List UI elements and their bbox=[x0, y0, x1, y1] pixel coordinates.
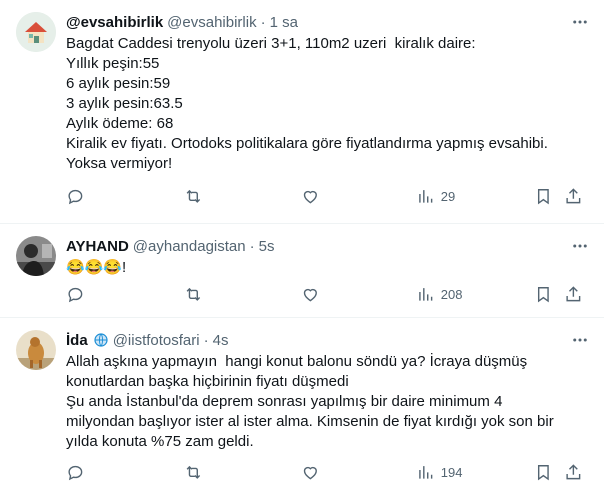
action-bar: 208 bbox=[66, 285, 588, 307]
separator-dot: · bbox=[249, 237, 255, 255]
tweet-text: Bagdat Caddesi trenyolu üzeri 3+1, 110m2… bbox=[66, 34, 588, 174]
text-line: konutlardan başka hiçbirinin fiyatı düşm… bbox=[66, 373, 349, 390]
action-bar: 194 bbox=[66, 463, 588, 485]
text-line: 6 aylık pesin:59 bbox=[66, 75, 171, 92]
share-icon bbox=[566, 464, 581, 480]
text-line: Yoksa vermiyor! bbox=[66, 155, 173, 172]
tweet-2[interactable]: AYHAND @ayhandagistan · 5s 😂😂😂! 208 bbox=[0, 224, 604, 318]
text-line: yılda konuta %75 zam geldi. bbox=[66, 433, 254, 450]
bookmark-button[interactable] bbox=[534, 285, 553, 304]
share-icon bbox=[566, 188, 581, 204]
avatar[interactable] bbox=[16, 12, 56, 52]
user-handle[interactable]: @iistfotosfari bbox=[113, 332, 200, 349]
text-line: Yıllık peşin:55 bbox=[66, 55, 160, 72]
share-icon bbox=[566, 286, 581, 302]
heart-icon bbox=[303, 190, 317, 204]
reply-icon bbox=[68, 287, 83, 303]
tweet-header: AYHAND @ayhandagistan · 5s bbox=[66, 236, 588, 256]
heart-icon bbox=[303, 466, 317, 480]
views-count: 208 bbox=[440, 286, 463, 302]
bookmark-icon bbox=[537, 287, 549, 303]
bookmark-button[interactable] bbox=[534, 187, 553, 206]
reply-button[interactable] bbox=[66, 463, 85, 482]
like-button[interactable] bbox=[301, 463, 320, 482]
tweet-text: Allah aşkına yapmayın hangi konut balonu… bbox=[66, 352, 588, 452]
text-line: Kiralik ev fiyatı. Ortodoks politikalara… bbox=[66, 135, 548, 152]
text-line: Şu anda İstanbul'da deprem sonrası yapıl… bbox=[66, 393, 503, 410]
views-button[interactable]: 208 bbox=[416, 285, 462, 304]
more-options-icon[interactable] bbox=[570, 236, 590, 256]
retweet-button[interactable] bbox=[184, 187, 203, 206]
share-button[interactable] bbox=[564, 285, 583, 304]
display-name[interactable]: @evsahibirlik bbox=[66, 14, 163, 31]
text-line: Aylık ödeme: 68 bbox=[66, 115, 174, 132]
dog-photo-icon bbox=[16, 330, 56, 370]
text-line: 3 aylık pesin:63.5 bbox=[66, 95, 183, 112]
reply-button[interactable] bbox=[66, 285, 85, 304]
bookmark-button[interactable] bbox=[534, 463, 553, 482]
globe-icon bbox=[93, 332, 109, 348]
bar-chart-icon bbox=[419, 190, 433, 203]
views-button[interactable]: 29 bbox=[416, 187, 455, 206]
display-name[interactable]: AYHAND bbox=[66, 238, 129, 255]
retweet-icon bbox=[186, 287, 201, 301]
action-bar: 29 bbox=[66, 187, 588, 209]
share-button[interactable] bbox=[564, 187, 583, 206]
heart-icon bbox=[303, 288, 317, 302]
person-photo-icon bbox=[16, 236, 56, 276]
separator-dot: · bbox=[260, 13, 266, 31]
bar-chart-icon bbox=[419, 466, 433, 479]
text-line: milyondan başlıyor ister al ister alma. … bbox=[66, 413, 554, 430]
retweet-button[interactable] bbox=[184, 285, 203, 304]
house-logo-icon bbox=[16, 12, 56, 52]
bar-chart-icon bbox=[419, 288, 433, 301]
tweet-3[interactable]: İda @iistfotosfari · 4s Allah aşkına yap… bbox=[0, 318, 604, 499]
tweet-text: 😂😂😂! bbox=[66, 258, 588, 278]
share-button[interactable] bbox=[564, 463, 583, 482]
views-count: 29 bbox=[440, 188, 456, 204]
views-button[interactable]: 194 bbox=[416, 463, 462, 482]
tweet-1[interactable]: @evsahibirlik @evsahibirlik · 1 sa Bagda… bbox=[0, 0, 604, 224]
bookmark-icon bbox=[537, 465, 549, 481]
timestamp[interactable]: 1 sa bbox=[270, 14, 298, 31]
more-options-icon[interactable] bbox=[570, 12, 590, 32]
text-line: Bagdat Caddesi trenyolu üzeri 3+1, 110m2… bbox=[66, 35, 476, 52]
separator-dot: · bbox=[203, 331, 209, 349]
user-handle[interactable]: @evsahibirlik bbox=[167, 14, 256, 31]
reply-button[interactable] bbox=[66, 187, 85, 206]
like-button[interactable] bbox=[301, 187, 320, 206]
retweet-icon bbox=[186, 189, 201, 203]
timestamp[interactable]: 5s bbox=[259, 238, 275, 255]
tweet-header: @evsahibirlik @evsahibirlik · 1 sa bbox=[66, 12, 588, 32]
bookmark-icon bbox=[537, 189, 549, 205]
avatar[interactable] bbox=[16, 330, 56, 370]
display-name[interactable]: İda bbox=[66, 332, 88, 349]
reply-icon bbox=[68, 465, 83, 481]
views-count: 194 bbox=[440, 464, 463, 480]
tweet-header: İda @iistfotosfari · 4s bbox=[66, 330, 588, 350]
reply-icon bbox=[68, 189, 83, 205]
text-line: 😂😂😂! bbox=[66, 259, 127, 276]
timestamp[interactable]: 4s bbox=[213, 332, 229, 349]
text-line: Allah aşkına yapmayın hangi konut balonu… bbox=[66, 353, 528, 370]
retweet-button[interactable] bbox=[184, 463, 203, 482]
like-button[interactable] bbox=[301, 285, 320, 304]
more-options-icon[interactable] bbox=[570, 330, 590, 350]
retweet-icon bbox=[186, 465, 201, 479]
user-handle[interactable]: @ayhandagistan bbox=[133, 238, 246, 255]
avatar[interactable] bbox=[16, 236, 56, 276]
